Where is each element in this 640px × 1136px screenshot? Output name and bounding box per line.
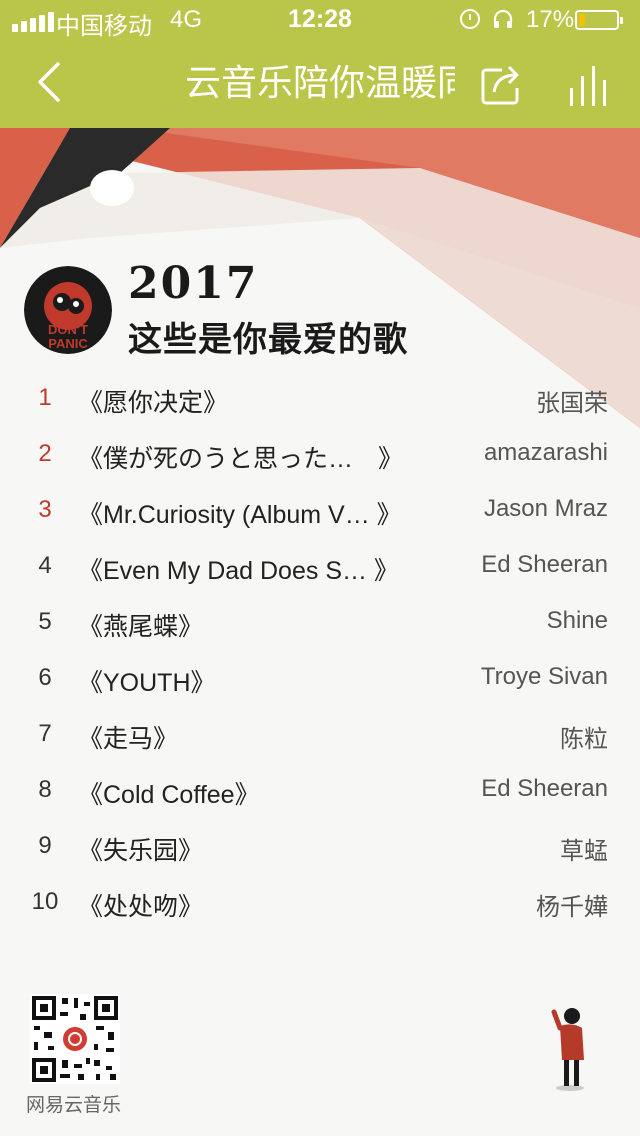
song-title: 《失乐园》 <box>78 837 204 865</box>
battery-icon <box>575 10 623 30</box>
song-artist: Jason Mraz <box>483 495 608 522</box>
avatar: DON'T PANIC <box>24 266 112 354</box>
navigation-bar: 云音乐陪你温暖同 <box>0 40 640 128</box>
song-artist: Troye Sivan <box>480 663 608 690</box>
song-row[interactable]: 10 《处处吻》 杨千嬅 <box>0 876 640 932</box>
song-row[interactable]: 5 《燕尾蝶》 Shine <box>0 596 640 652</box>
song-rank: 7 <box>38 720 52 747</box>
song-artist: Shine <box>546 607 608 634</box>
song-row[interactable]: 1 《愿你决定》 张国荣 <box>0 372 640 428</box>
qr-label: 网易云音乐 <box>26 1095 122 1116</box>
song-rank: 10 <box>31 888 59 915</box>
song-rank: 3 <box>38 496 52 523</box>
song-artist: Ed Sheeran <box>481 551 608 578</box>
song-rank: 4 <box>38 552 52 579</box>
song-list: 1 《愿你决定》 张国荣 2 《僕が死のうと思った… 》 amazarashi 3 《Mr.C… <box>0 372 640 932</box>
song-row[interactable]: 9 《失乐园》 草蜢 <box>0 820 640 876</box>
song-title: 《Cold Coffee》 <box>78 781 260 809</box>
song-rank: 1 <box>38 384 52 411</box>
song-artist: amazarashi <box>483 439 608 466</box>
page-title: 云音乐陪你温暖同 <box>185 62 455 103</box>
chevron-left-icon[interactable] <box>30 60 70 104</box>
song-rank: 6 <box>38 664 52 691</box>
svg-text:DON'T: DON'T <box>48 322 88 337</box>
battery-fill <box>579 14 585 26</box>
song-rank: 8 <box>38 776 52 803</box>
song-title: 《走马》 <box>78 725 179 753</box>
song-rank: 9 <box>38 832 52 859</box>
song-title: 《愿你决定》 <box>78 389 229 417</box>
equalizer-icon[interactable] <box>566 62 616 108</box>
song-artist: 草蜢 <box>560 838 608 865</box>
song-artist: 陈粒 <box>560 726 608 753</box>
song-row[interactable]: 6 《YOUTH》 Troye Sivan <box>0 652 640 708</box>
battery-percent: 17% <box>526 6 575 33</box>
song-title: 《YOUTH》 <box>78 669 216 697</box>
song-row[interactable]: 3 《Mr.Curiosity (Album V… 》 Jason Mraz <box>0 484 640 540</box>
song-title: 《Even My Dad Does S… 》 <box>78 557 399 585</box>
song-row[interactable]: 8 《Cold Coffee》 Ed Sheeran <box>0 764 640 820</box>
qr-code <box>30 994 120 1084</box>
song-rank: 5 <box>38 608 52 635</box>
song-title: 《燕尾蝶》 <box>78 613 204 641</box>
song-row[interactable]: 4 《Even My Dad Does S… 》 Ed Sheeran <box>0 540 640 596</box>
share-icon[interactable] <box>480 62 522 106</box>
svg-text:PANIC: PANIC <box>48 336 88 351</box>
alarm-icon <box>460 9 480 29</box>
song-title: 《Mr.Curiosity (Album V… 》 <box>78 501 402 529</box>
person-illustration <box>551 1008 584 1091</box>
song-artist: 张国荣 <box>536 390 608 417</box>
year-heading: 2017 <box>128 258 259 309</box>
headphones-icon <box>493 9 513 28</box>
status-bar: 中国移动 4G 12:28 17% <box>0 0 640 40</box>
song-title: 《处处吻》 <box>78 893 204 921</box>
song-title: 《僕が死のうと思った… 》 <box>78 445 404 473</box>
song-row[interactable]: 2 《僕が死のうと思った… 》 amazarashi <box>0 428 640 484</box>
list-subtitle: 这些是你最爱的歌 <box>128 320 408 360</box>
song-rank: 2 <box>38 440 52 467</box>
song-row[interactable]: 7 《走马》 陈粒 <box>0 708 640 764</box>
song-artist: Ed Sheeran <box>481 775 608 802</box>
song-artist: 杨千嬅 <box>536 894 608 921</box>
